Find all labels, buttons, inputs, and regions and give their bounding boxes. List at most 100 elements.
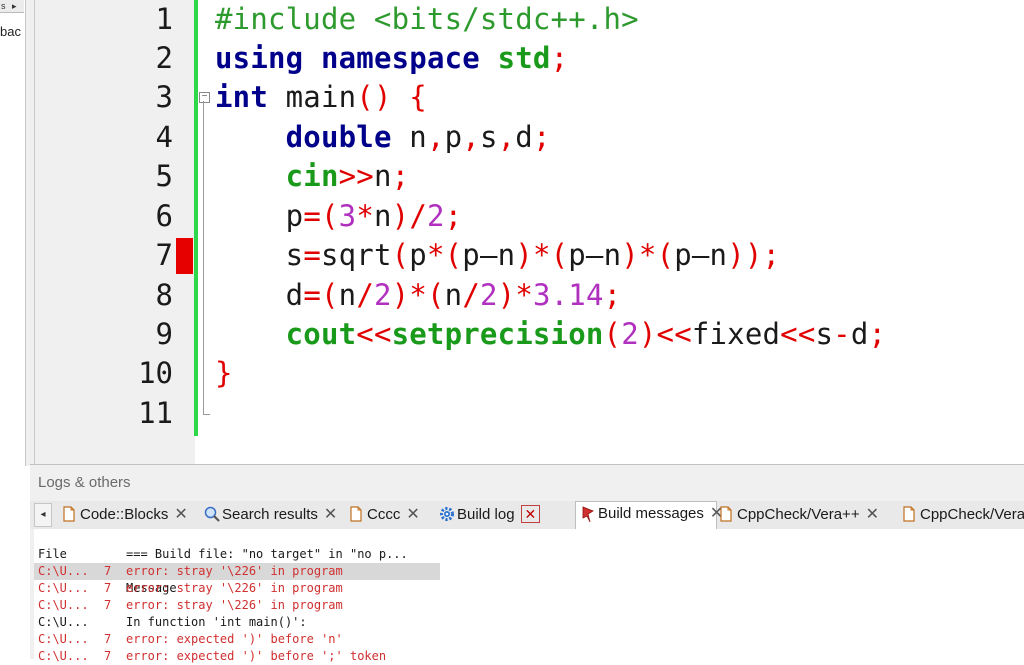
document-icon: [62, 506, 76, 522]
tab-code-blocks[interactable]: Code::Blocks ✕: [58, 503, 198, 527]
line-number[interactable]: 5: [35, 159, 173, 193]
code-token: 2: [621, 317, 639, 351]
tab-build-messages[interactable]: Build messages ✕: [575, 501, 723, 530]
code-token: n: [391, 120, 427, 154]
line-number[interactable]: 2: [35, 41, 173, 75]
code-token: 2: [373, 278, 392, 312]
code-line[interactable]: cout<<setprecision(2)<<fixed<<s-d;: [215, 317, 886, 351]
line-number[interactable]: 6: [35, 199, 173, 233]
code-token: 3: [338, 199, 357, 233]
message-row[interactable]: C:\U... 7 error: stray '\226' in program: [34, 580, 440, 597]
message-row[interactable]: === Build file: "no target" in "no p...: [34, 546, 440, 563]
line-number[interactable]: 9: [35, 317, 173, 351]
message-file: C:\U...: [38, 615, 89, 629]
tab-cccc[interactable]: Cccc ✕: [345, 503, 435, 527]
code-token: /: [356, 278, 374, 312]
code-token: n: [338, 278, 357, 312]
code-token: )/: [391, 199, 427, 233]
fold-line: [203, 101, 204, 415]
code-token: ,: [426, 120, 445, 154]
tab-scroll-left-icon[interactable]: ◂: [34, 503, 52, 527]
fold-collapse-icon[interactable]: −: [199, 92, 210, 103]
code-token: 3.14: [532, 278, 604, 312]
code-token: d: [850, 317, 869, 351]
code-editor[interactable]: 1 2 3 4 5 6 7 8 9 10 11 − #include <bits/stdc++.h>…: [35, 0, 1024, 464]
line-number[interactable]: 7: [35, 238, 173, 272]
left-panel: s ▸ bac: [0, 0, 26, 466]
code-line[interactable]: #include <bits/stdc++.h>: [215, 2, 639, 36]
code-token: 2: [479, 278, 498, 312]
line-number[interactable]: 3: [35, 80, 173, 114]
code-token: *(: [426, 238, 463, 272]
gear-icon: [439, 506, 454, 522]
message-row[interactable]: C:\U... 7 error: expected ')' before ';' t…: [34, 648, 440, 665]
code-token: =: [303, 238, 321, 272]
message-row[interactable]: C:\U... 7 error: expected ')' before 'n': [34, 631, 440, 648]
line-number[interactable]: 11: [35, 396, 173, 430]
line-number[interactable]: 4: [35, 120, 173, 154]
code-token: ,: [462, 120, 480, 154]
code-line[interactable]: double n,p,s,d;: [215, 120, 551, 154]
error-marker[interactable]: [176, 238, 193, 274]
left-panel-partial-text: bac: [0, 24, 21, 39]
message-line: 7: [104, 649, 112, 663]
code-token: =(: [303, 278, 339, 312]
logs-panel: Logs & others ◂ Code::Blocks ✕ Search resu…: [30, 464, 1024, 663]
code-token: d: [515, 120, 533, 154]
panel-splitter[interactable]: [26, 0, 35, 466]
line-number[interactable]: 8: [35, 278, 173, 312]
line-number[interactable]: 1: [35, 2, 173, 36]
code-line[interactable]: d=(n/2)*(n/2)*3.14;: [215, 278, 621, 312]
code-line[interactable]: using namespace std;: [215, 41, 568, 75]
code-token: n: [373, 159, 392, 193]
message-message: === Build file: "no target" in "no p...: [126, 547, 408, 561]
close-icon[interactable]: ✕: [324, 503, 337, 527]
document-icon: [719, 506, 733, 522]
message-file: C:\U...: [38, 581, 89, 595]
column-header-row: File L. Message: [34, 529, 440, 595]
code-token: 2: [426, 199, 445, 233]
code-token: #include <bits/stdc++.h>: [215, 2, 639, 36]
code-token: cout: [285, 317, 357, 351]
line-number[interactable]: 10: [35, 356, 173, 390]
message-row[interactable]: C:\U... 7 error: stray '\226' in program: [34, 597, 440, 614]
code-line[interactable]: cin>>n;: [215, 159, 409, 193]
document-icon: [349, 506, 363, 522]
code-token: s: [479, 120, 498, 154]
code-line[interactable]: }: [215, 356, 233, 390]
code-token: )*(: [515, 238, 569, 272]
close-icon[interactable]: ✕: [174, 503, 187, 527]
chevron-right-icon[interactable]: ▸: [12, 0, 17, 12]
message-row[interactable]: C:\U... In function 'int main()':: [34, 614, 440, 631]
code-token: s: [215, 238, 304, 272]
code-line[interactable]: p=(3*n)/2;: [215, 199, 463, 233]
message-message: error: expected ')' before 'n': [126, 632, 343, 646]
left-panel-tab-scroll[interactable]: s ▸: [0, 0, 24, 13]
chevron-left-icon[interactable]: s: [1, 0, 6, 12]
tab-cppcheck-vera[interactable]: CppCheck/Vera: [898, 503, 1024, 527]
tab-label: CppCheck/Vera: [920, 506, 1024, 523]
build-messages-list[interactable]: File L. Message === Build file: "no targ…: [34, 529, 1024, 663]
code-line[interactable]: s=sqrt(p*(p–n)*(p–n)*(p–n));: [215, 238, 780, 272]
document-icon: [902, 506, 916, 522]
code-token: p–n: [674, 238, 728, 272]
code-token: fixed: [691, 317, 781, 351]
code-token: /: [462, 278, 480, 312]
tab-label: Build log: [457, 506, 515, 523]
code-line[interactable]: int main() {: [215, 80, 427, 114]
code-token: )*(: [621, 238, 675, 272]
code-token: n: [373, 199, 392, 233]
close-icon[interactable]: ✕: [406, 503, 419, 527]
logs-panel-title: Logs & others: [38, 474, 131, 491]
close-icon[interactable]: ✕: [866, 503, 879, 527]
code-token: double: [285, 120, 392, 154]
message-row[interactable]: C:\U... 7 error: stray '\226' in program: [34, 563, 440, 580]
tab-search-results[interactable]: Search results ✕: [200, 503, 344, 527]
tab-cppcheck-vera-[interactable]: CppCheck/Vera++ ✕: [715, 503, 895, 527]
code-token: main: [267, 80, 357, 114]
message-file: C:\U...: [38, 598, 89, 612]
close-icon[interactable]: ✕: [520, 505, 541, 523]
tab-build-log[interactable]: Build log ✕: [435, 503, 575, 527]
code-token: cin: [285, 159, 339, 193]
code-token: )*: [497, 278, 533, 312]
